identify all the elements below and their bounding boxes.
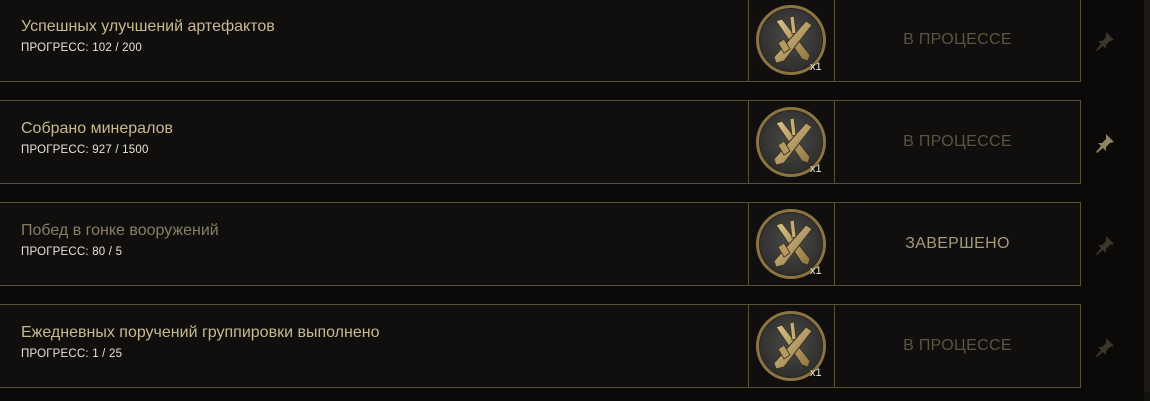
task-info: Побед в гонке вооружений ПРОГРЕСС: 80 / … <box>21 221 721 259</box>
task-progress: ПРОГРЕСС: 1 / 25 <box>21 348 123 360</box>
task-info: Успешных улучшений артефактов ПРОГРЕСС: … <box>21 17 721 55</box>
scrollbar[interactable] <box>1144 0 1150 401</box>
task-title: Успешных улучшений артефактов <box>21 18 275 35</box>
pin-icon[interactable] <box>1094 234 1116 256</box>
task-row: Собрано минералов ПРОГРЕСС: 927 / 1500 x… <box>0 100 1081 184</box>
task-title: Побед в гонке вооружений <box>21 222 219 239</box>
status-label: В ПРОЦЕССЕ <box>903 337 1012 354</box>
status-label: В ПРОЦЕССЕ <box>903 133 1012 150</box>
pin-icon[interactable] <box>1094 30 1116 52</box>
pin-icon[interactable] <box>1094 336 1116 358</box>
status-label: В ПРОЦЕССЕ <box>903 31 1012 48</box>
task-list: Успешных улучшений артефактов ПРОГРЕСС: … <box>0 0 1150 401</box>
reward-cell: x1 <box>748 0 835 82</box>
task-info: Ежедневных поручений группировки выполне… <box>21 323 721 361</box>
task-info: Собрано минералов ПРОГРЕСС: 927 / 1500 <box>21 119 721 157</box>
task-progress: ПРОГРЕСС: 102 / 200 <box>21 42 142 54</box>
reward-quantity: x1 <box>810 61 822 73</box>
reward-cell: x1 <box>748 100 835 184</box>
task-progress: ПРОГРЕСС: 927 / 1500 <box>21 144 149 156</box>
reward-quantity: x1 <box>810 367 822 379</box>
task-title: Ежедневных поручений группировки выполне… <box>21 324 380 341</box>
reward-quantity: x1 <box>810 265 822 277</box>
status-label: ЗАВЕРШЕНО <box>905 235 1010 252</box>
task-title: Собрано минералов <box>21 120 173 137</box>
task-row: Ежедневных поручений группировки выполне… <box>0 304 1081 388</box>
scrollbar-thumb[interactable] <box>1144 0 1150 392</box>
task-row: Побед в гонке вооружений ПРОГРЕСС: 80 / … <box>0 202 1081 286</box>
reward-quantity: x1 <box>810 163 822 175</box>
task-progress: ПРОГРЕСС: 80 / 5 <box>21 246 123 258</box>
reward-cell: x1 <box>748 202 835 286</box>
pin-icon[interactable] <box>1094 132 1116 154</box>
task-row: Успешных улучшений артефактов ПРОГРЕСС: … <box>0 0 1081 82</box>
reward-cell: x1 <box>748 304 835 388</box>
